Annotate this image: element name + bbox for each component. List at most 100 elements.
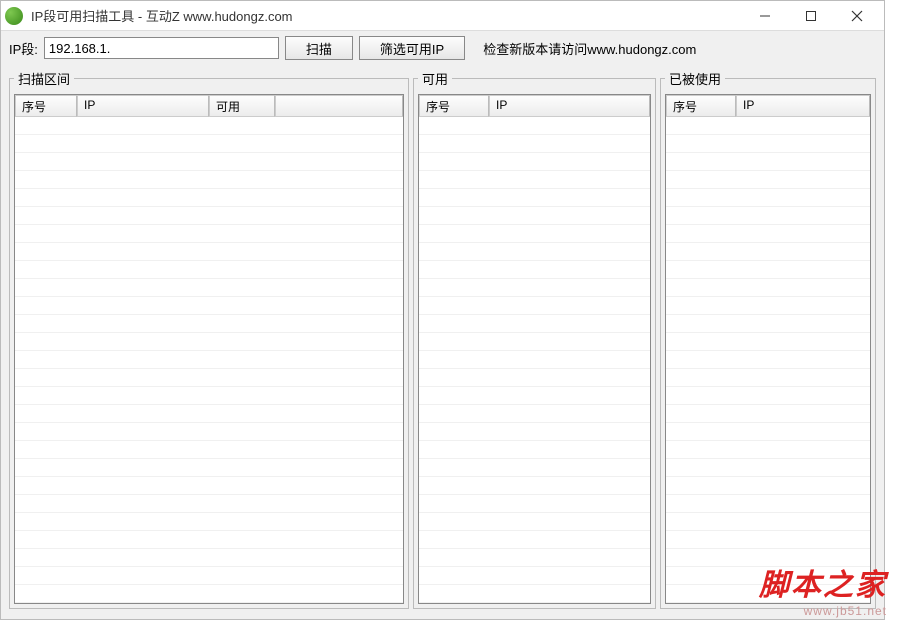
table-row (419, 117, 650, 135)
table-row (666, 387, 870, 405)
used-legend: 已被使用 (665, 69, 725, 88)
scan-range-header: 序号 IP 可用 (15, 95, 403, 117)
available-list[interactable]: 序号 IP (418, 94, 651, 604)
table-row (419, 279, 650, 297)
table-row (419, 441, 650, 459)
scan-range-legend: 扫描区间 (14, 69, 74, 88)
table-row (15, 279, 403, 297)
window-title: IP段可用扫描工具 - 互动Z www.hudongz.com (31, 6, 293, 25)
scan-range-body (15, 117, 403, 603)
table-row (666, 369, 870, 387)
window-controls (742, 1, 880, 31)
available-legend: 可用 (418, 69, 452, 88)
table-row (666, 549, 870, 567)
table-row (15, 459, 403, 477)
table-row (666, 495, 870, 513)
app-icon (5, 7, 23, 25)
table-row (15, 297, 403, 315)
table-row (15, 531, 403, 549)
ip-input[interactable] (44, 37, 279, 59)
app-window: IP段可用扫描工具 - 互动Z www.hudongz.com IP段: 扫描 … (0, 0, 885, 620)
table-row (15, 423, 403, 441)
table-row (15, 207, 403, 225)
table-row (666, 243, 870, 261)
table-row (666, 225, 870, 243)
table-row (666, 153, 870, 171)
table-row (666, 585, 870, 603)
used-group: 已被使用 序号 IP (660, 69, 876, 609)
table-row (666, 333, 870, 351)
table-row (666, 207, 870, 225)
table-row (15, 441, 403, 459)
table-row (419, 315, 650, 333)
available-group: 可用 序号 IP (413, 69, 656, 609)
used-header: 序号 IP (666, 95, 870, 117)
col-index[interactable]: 序号 (666, 95, 736, 117)
col-index[interactable]: 序号 (419, 95, 489, 117)
table-row (419, 189, 650, 207)
table-row (419, 387, 650, 405)
close-button[interactable] (834, 1, 880, 31)
table-row (666, 513, 870, 531)
table-row (666, 531, 870, 549)
table-row (419, 261, 650, 279)
table-row (419, 297, 650, 315)
table-row (666, 477, 870, 495)
table-row (419, 495, 650, 513)
maximize-button[interactable] (788, 1, 834, 31)
col-spare[interactable] (275, 95, 403, 117)
table-row (419, 477, 650, 495)
scan-button[interactable]: 扫描 (285, 36, 353, 60)
table-row (419, 567, 650, 585)
toolbar: IP段: 扫描 筛选可用IP 检查新版本请访问www.hudongz.com (1, 31, 884, 61)
table-row (419, 243, 650, 261)
table-row (15, 351, 403, 369)
col-index[interactable]: 序号 (15, 95, 77, 117)
table-row (15, 243, 403, 261)
version-link[interactable]: 检查新版本请访问www.hudongz.com (483, 39, 696, 58)
col-available[interactable]: 可用 (209, 95, 275, 117)
col-ip[interactable]: IP (77, 95, 209, 117)
table-row (419, 459, 650, 477)
table-row (15, 585, 403, 603)
table-row (419, 171, 650, 189)
table-row (666, 351, 870, 369)
used-body (666, 117, 870, 603)
table-row (15, 315, 403, 333)
table-row (419, 333, 650, 351)
table-row (15, 117, 403, 135)
table-row (666, 279, 870, 297)
table-row (15, 513, 403, 531)
table-row (666, 135, 870, 153)
table-row (666, 405, 870, 423)
table-row (666, 441, 870, 459)
table-row (666, 315, 870, 333)
table-row (419, 153, 650, 171)
available-body (419, 117, 650, 603)
table-row (15, 567, 403, 585)
used-list[interactable]: 序号 IP (665, 94, 871, 604)
col-ip[interactable]: IP (489, 95, 650, 117)
table-row (15, 189, 403, 207)
col-ip[interactable]: IP (736, 95, 870, 117)
table-row (666, 567, 870, 585)
table-row (15, 225, 403, 243)
table-row (419, 405, 650, 423)
table-row (419, 135, 650, 153)
table-row (15, 405, 403, 423)
table-row (15, 171, 403, 189)
table-row (15, 333, 403, 351)
table-row (15, 153, 403, 171)
minimize-button[interactable] (742, 1, 788, 31)
ip-label: IP段: (9, 39, 38, 58)
table-row (666, 117, 870, 135)
table-row (15, 495, 403, 513)
table-row (419, 549, 650, 567)
table-row (666, 297, 870, 315)
scan-range-list[interactable]: 序号 IP 可用 (14, 94, 404, 604)
table-row (666, 261, 870, 279)
table-row (666, 423, 870, 441)
filter-available-button[interactable]: 筛选可用IP (359, 36, 465, 60)
table-row (419, 531, 650, 549)
table-row (419, 513, 650, 531)
